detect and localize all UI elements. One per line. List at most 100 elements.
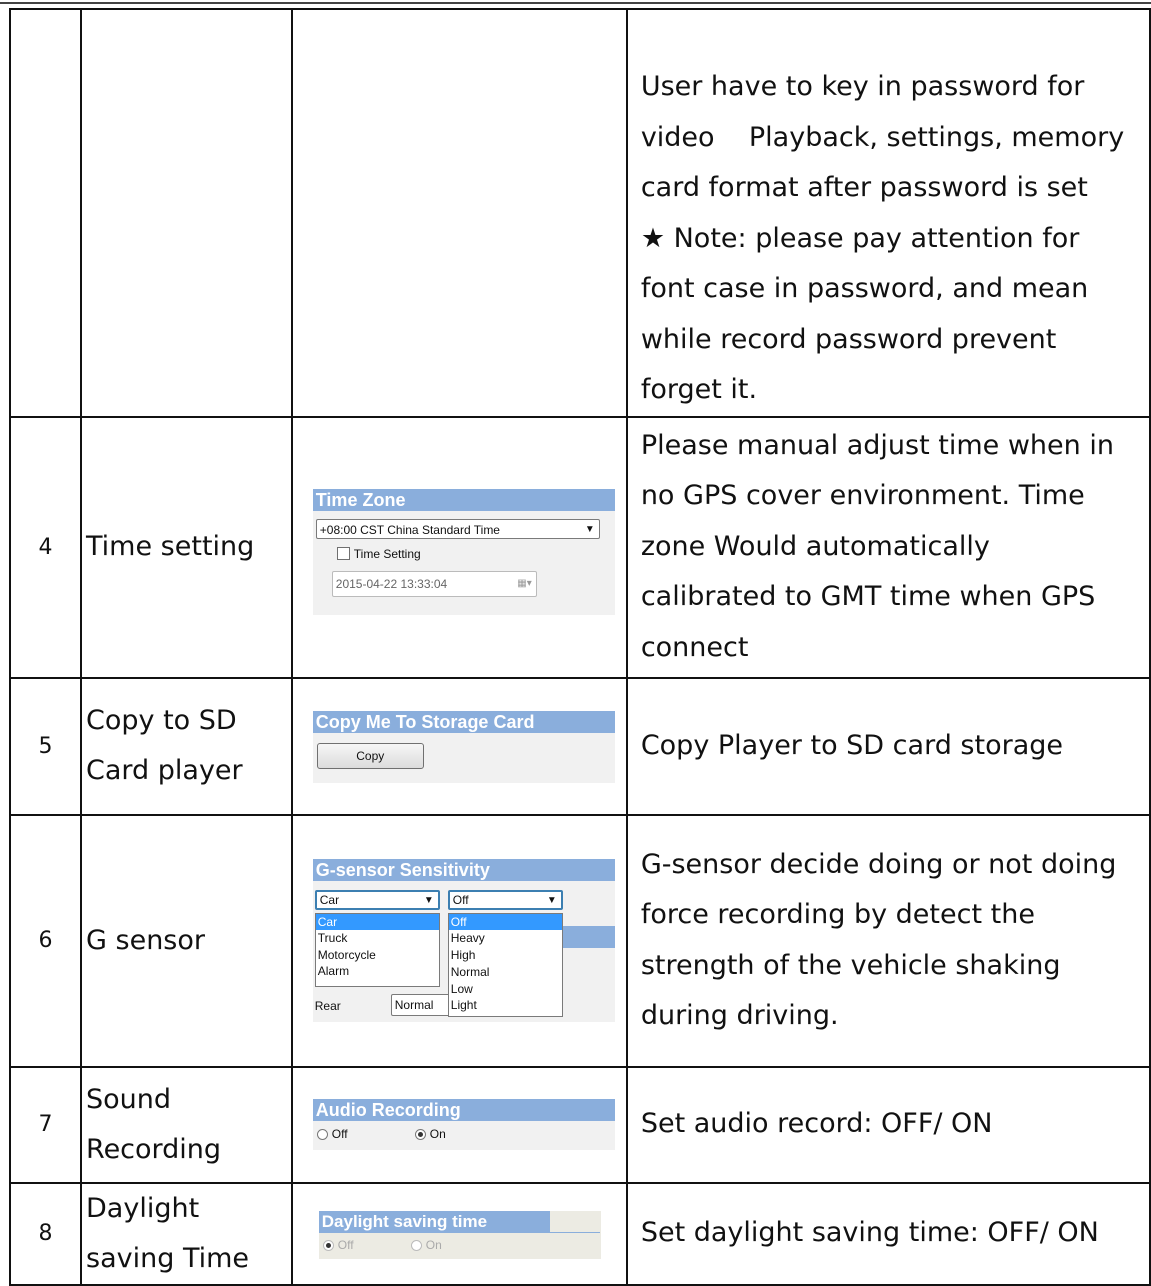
description: G-sensor decide doing or not doing force… (625, 813, 1151, 1068)
dropdown-option[interactable]: Off (448, 913, 562, 931)
chevron-down-icon: ▼ (546, 894, 557, 906)
description-line: User have to key in password for (640, 71, 1085, 102)
radio-label: Off (331, 1126, 348, 1141)
description-line: Copy Player to SD card storage (640, 729, 1063, 761)
description-line: calibrated to GMT time when GPS (640, 581, 1096, 613)
panel-header: G-sensor Sensitivity (312, 858, 615, 881)
description-line: Set daylight saving time: OFF/ ON (640, 1217, 1099, 1249)
audio-off-option[interactable]: Off (316, 1126, 348, 1141)
panel-header: Audio Recording (312, 1098, 615, 1121)
description: Copy Player to SD card storage (625, 676, 1151, 816)
description-line: video Playback, settings, memory (640, 121, 1125, 153)
rear-select[interactable]: Normal (390, 993, 451, 1016)
row-number: 6 (8, 813, 83, 1068)
row-number: 5 (8, 676, 83, 816)
dropdown-option[interactable]: Heavy (449, 930, 562, 947)
time-setting-checkbox[interactable] (336, 546, 350, 560)
description-line: ★ Note: please pay attention for (640, 222, 1080, 254)
dst-off-option[interactable]: Off (322, 1237, 354, 1252)
table-row: 8 Daylight saving Time Daylight saving t… (8, 1181, 1151, 1286)
radio-label: On (425, 1237, 442, 1252)
dropdown-option[interactable]: Normal (449, 964, 562, 981)
dropdown-option[interactable]: High (449, 947, 562, 964)
radio-on[interactable] (410, 1239, 422, 1251)
description-line: forget it. (640, 374, 758, 405)
audio-on-option[interactable]: On (414, 1126, 446, 1141)
dropdown-option[interactable]: Light (449, 997, 562, 1014)
function-name: Daylight saving Time (80, 1181, 293, 1286)
description-line: connect (640, 631, 749, 663)
dst-on-option[interactable]: On (410, 1237, 442, 1252)
g-sensor-panel: G-sensor Sensitivity Car ▼ Car Truck Mot… (312, 858, 615, 1022)
header-rule (549, 1231, 600, 1233)
panel-header: Copy Me To Storage Card (312, 710, 615, 733)
radio-on[interactable] (414, 1128, 426, 1140)
timezone-select[interactable]: +08:00 CST China Standard Time ▼ (315, 518, 600, 539)
description: Set audio record: OFF/ ON (625, 1065, 1151, 1184)
panel-header: Daylight saving time (318, 1210, 550, 1233)
description-line: card format after password is set (640, 172, 1088, 203)
calendar-icon: ▦▾ (517, 577, 532, 589)
function-name: G sensor (80, 813, 293, 1068)
settings-table: User have to key in password for video P… (8, 8, 1151, 1286)
table-row: 7 Sound Recording Audio Recording Off On… (8, 1065, 1151, 1184)
dropdown-option[interactable]: Motorcycle (316, 947, 439, 964)
sensitivity-value: Off (452, 892, 469, 907)
vehicle-type-select[interactable]: Car ▼ (314, 889, 440, 910)
description-line: while record password prevent (640, 323, 1057, 355)
table-row: 4 Time setting Time Zone +08:00 CST Chin… (8, 415, 1151, 679)
description-line: Set audio record: OFF/ ON (640, 1108, 993, 1140)
dropdown-option[interactable]: Low (449, 981, 562, 998)
dropdown-option[interactable]: Truck (316, 930, 439, 947)
audio-recording-panel: Audio Recording Off On (312, 1098, 615, 1150)
chevron-down-icon: ▼ (423, 894, 434, 906)
chevron-down-icon: ▼ (584, 523, 595, 535)
description-line: force recording by detect the (640, 899, 1035, 930)
description: Set daylight saving time: OFF/ ON (625, 1181, 1151, 1286)
time-zone-panel: Time Zone +08:00 CST China Standard Time… (312, 488, 615, 615)
vehicle-type-dropdown[interactable]: Car Truck Motorcycle Alarm (314, 912, 440, 987)
sensitivity-dropdown[interactable]: Off Heavy High Normal Low Light (447, 912, 563, 1017)
rear-value: Normal (394, 997, 434, 1012)
radio-label: Off (337, 1237, 354, 1252)
panel-header: Time Zone (312, 488, 615, 511)
dropdown-option[interactable]: Car (315, 913, 439, 930)
daylight-saving-panel: Daylight saving time Off On (318, 1210, 601, 1259)
datetime-picker[interactable]: 2015-04-22 13:33:04 ▦▾ (331, 570, 537, 597)
function-name: Sound Recording (80, 1065, 293, 1184)
description-line: zone Would automatically (640, 530, 990, 562)
table-row: 5 Copy to SD Card player Copy Me To Stor… (8, 676, 1151, 816)
description-line: G-sensor decide doing or not doing (640, 848, 1117, 880)
screenshot-cell: Daylight saving time Off On (290, 1181, 628, 1286)
sensitivity-select[interactable]: Off ▼ (447, 889, 563, 910)
vehicle-type-value: Car (319, 892, 340, 907)
description-line: strength of the vehicle shaking (640, 949, 1061, 981)
screenshot-cell: G-sensor Sensitivity Car ▼ Car Truck Mot… (290, 813, 628, 1068)
screenshot-cell: Audio Recording Off On (290, 1065, 628, 1184)
rear-label: Rear (314, 998, 341, 1013)
screenshot-cell: Copy Me To Storage Card Copy (290, 676, 628, 816)
description: User have to key in password for video P… (625, 8, 1151, 418)
row-number (8, 8, 83, 418)
function-name: Time setting (80, 415, 293, 679)
row-number: 4 (8, 415, 83, 679)
radio-off[interactable] (322, 1239, 334, 1251)
table-row: 6 G sensor G-sensor Sensitivity Car ▼ Ca… (8, 813, 1151, 1068)
description-line: no GPS cover environment. Time (640, 480, 1085, 512)
description-line: Please manual adjust time when in (640, 429, 1114, 461)
copy-panel: Copy Me To Storage Card Copy (312, 710, 615, 783)
description: Please manual adjust time when in no GPS… (625, 415, 1151, 679)
copy-button[interactable]: Copy (316, 742, 424, 769)
checkbox-label: Time Setting (353, 546, 421, 561)
screenshot-cell: Time Zone +08:00 CST China Standard Time… (290, 415, 628, 679)
table-row: User have to key in password for video P… (8, 8, 1151, 418)
radio-label: On (429, 1126, 446, 1141)
radio-off[interactable] (316, 1128, 328, 1140)
time-setting-checkbox-row[interactable]: Time Setting (336, 546, 421, 561)
top-rule (0, 2, 1151, 4)
dropdown-option[interactable]: Alarm (316, 963, 439, 980)
timezone-value: +08:00 CST China Standard Time (319, 522, 500, 537)
datetime-value: 2015-04-22 13:33:04 (335, 576, 448, 591)
description-line: during driving. (640, 1000, 839, 1031)
row-number: 7 (8, 1065, 83, 1184)
